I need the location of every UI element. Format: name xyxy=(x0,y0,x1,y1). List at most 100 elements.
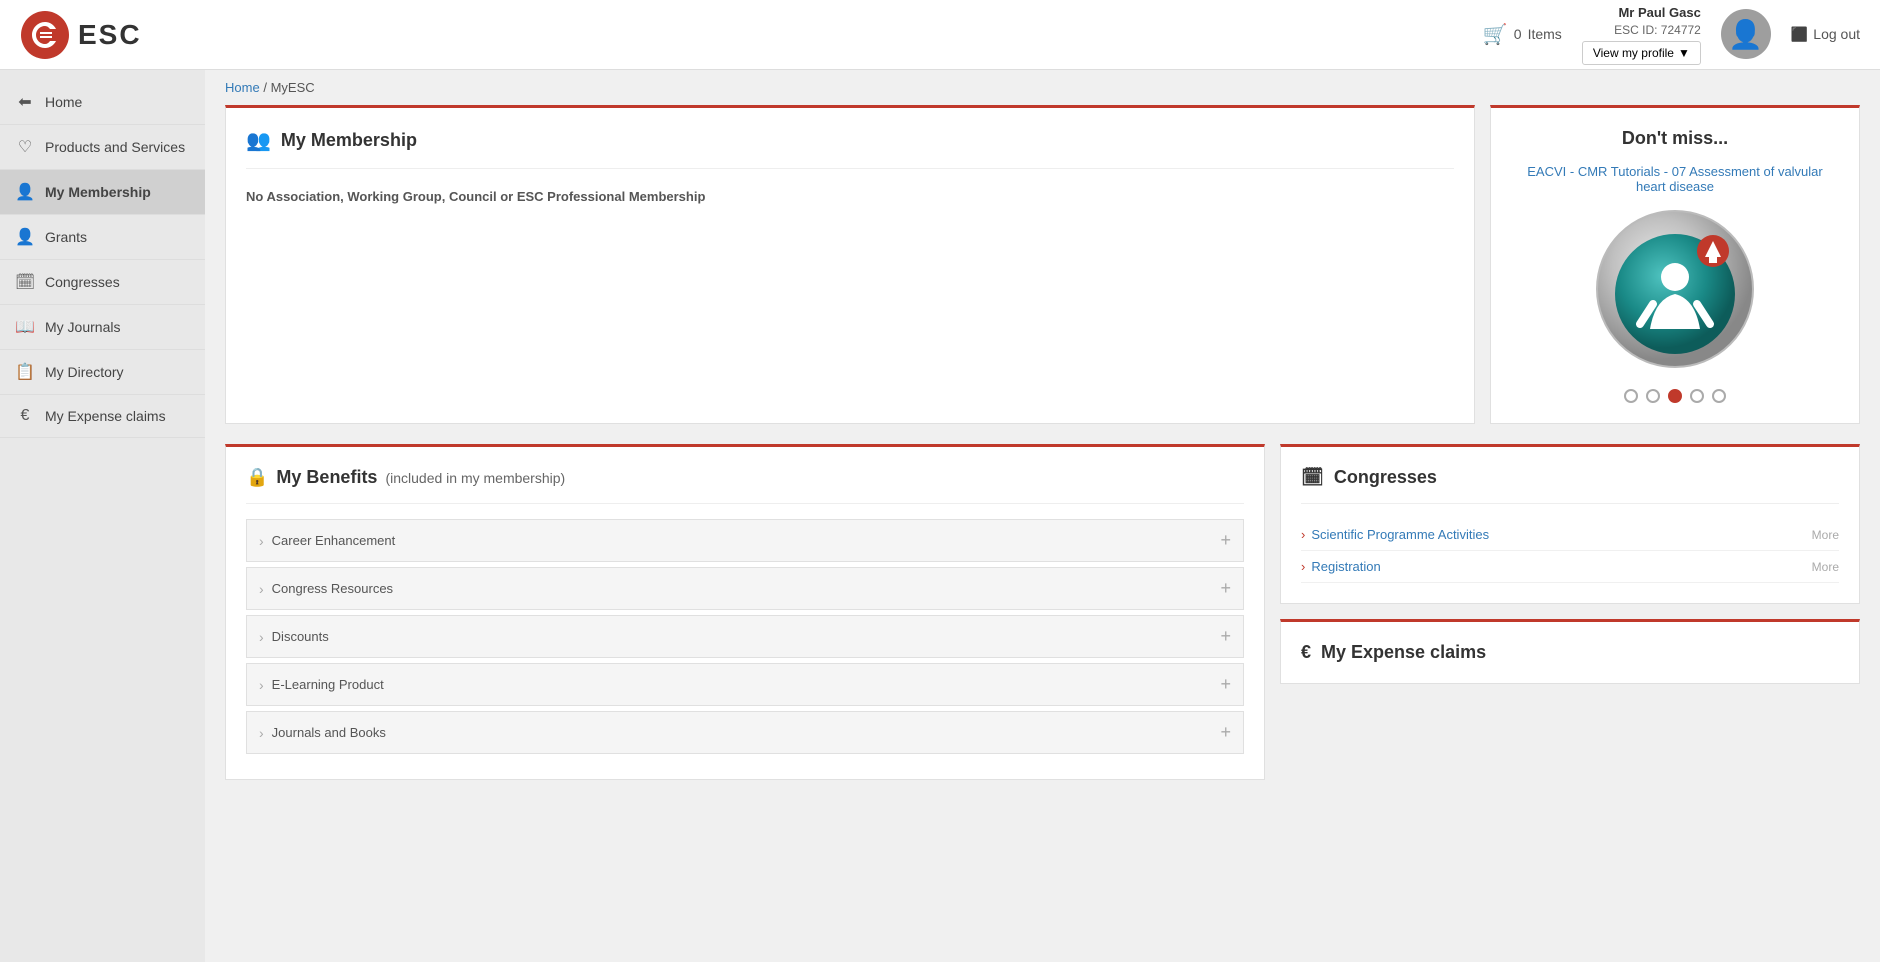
congress-row-scientific: › Scientific Programme Activities More xyxy=(1301,519,1839,551)
benefit-row-discounts[interactable]: › Discounts + xyxy=(246,615,1244,658)
breadcrumb-home[interactable]: Home xyxy=(225,80,260,95)
breadcrumb: Home / MyESC xyxy=(205,70,1880,105)
benefit-row-elearning[interactable]: › E-Learning Product + xyxy=(246,663,1244,706)
chevron-right-icon: › xyxy=(259,533,264,549)
membership-card: 👥 My Membership No Association, Working … xyxy=(225,105,1475,424)
avatar-icon: 👤 xyxy=(1728,18,1763,51)
benefit-elearning-label: E-Learning Product xyxy=(272,677,384,692)
chevron-down-icon: ▼ xyxy=(1678,46,1690,60)
sidebar-item-membership-label: My Membership xyxy=(45,184,151,200)
cart-icon: 🛒 xyxy=(1483,22,1508,47)
cart-area[interactable]: 🛒 0 Items xyxy=(1483,22,1562,47)
congress-registration-more: More xyxy=(1812,560,1839,574)
congresses-card: 🗓 Congresses › Scientific Programme Acti… xyxy=(1280,444,1860,604)
top-section: 👥 My Membership No Association, Working … xyxy=(205,105,1880,444)
benefit-journals-plus: + xyxy=(1220,722,1231,743)
chevron-right-icon-4: › xyxy=(259,677,264,693)
benefit-discounts-label: Discounts xyxy=(272,629,329,644)
benefit-congress-label: Congress Resources xyxy=(272,581,393,596)
benefit-career-label: Career Enhancement xyxy=(272,533,396,548)
esc-logo-icon xyxy=(20,10,70,60)
membership-card-title: 👥 My Membership xyxy=(246,128,1454,169)
sidebar-item-expense-label: My Expense claims xyxy=(45,408,166,424)
main-content: Home / MyESC 👥 My Membership No Associat… xyxy=(205,70,1880,962)
benefit-congress-plus: + xyxy=(1220,578,1231,599)
carousel-dot-4[interactable] xyxy=(1690,389,1704,403)
view-profile-label: View my profile xyxy=(1593,46,1674,60)
sidebar-item-grants-label: Grants xyxy=(45,229,87,245)
user-name: Mr Paul Gasc xyxy=(1582,4,1701,22)
congresses-title-text: Congresses xyxy=(1334,467,1437,488)
cart-count: 0 xyxy=(1514,26,1522,42)
carousel-dot-5[interactable] xyxy=(1712,389,1726,403)
congress-row-registration: › Registration More xyxy=(1301,551,1839,583)
expense-icon: € xyxy=(15,407,35,425)
sidebar-item-congresses-label: Congresses xyxy=(45,274,120,290)
chevron-right-icon-3: › xyxy=(259,629,264,645)
home-icon: ⬅ xyxy=(15,92,35,112)
congress-chevron-icon-2: › xyxy=(1301,559,1305,574)
congresses-card-title: 🗓 Congresses xyxy=(1301,467,1839,504)
congress-registration-label: Registration xyxy=(1311,559,1380,574)
membership-title-icon: 👥 xyxy=(246,128,271,153)
benefits-title: 🔒 My Benefits (included in my membership… xyxy=(246,467,1244,504)
benefit-career-plus: + xyxy=(1220,530,1231,551)
congress-registration-link[interactable]: › Registration xyxy=(1301,559,1381,574)
expense-title-text: My Expense claims xyxy=(1321,642,1486,663)
directory-icon: 📋 xyxy=(15,362,35,382)
sidebar-item-products[interactable]: ♡ Products and Services xyxy=(0,125,205,170)
membership-message: No Association, Working Group, Council o… xyxy=(246,189,1454,204)
carousel-dot-2[interactable] xyxy=(1646,389,1660,403)
benefit-discounts-plus: + xyxy=(1220,626,1231,647)
congress-scientific-link[interactable]: › Scientific Programme Activities xyxy=(1301,527,1489,542)
sidebar-item-home[interactable]: ⬅ Home xyxy=(0,80,205,125)
sidebar-item-home-label: Home xyxy=(45,94,82,110)
benefit-row-congress[interactable]: › Congress Resources + xyxy=(246,567,1244,610)
avatar: 👤 xyxy=(1721,9,1771,59)
benefits-lock-icon: 🔒 xyxy=(246,467,268,488)
benefits-title-text: My Benefits xyxy=(276,467,377,488)
sidebar: ⬅ Home ♡ Products and Services 👤 My Memb… xyxy=(0,70,205,962)
header: ESC 🛒 0 Items Mr Paul Gasc ESC ID: 72477… xyxy=(0,0,1880,70)
breadcrumb-current: MyESC xyxy=(271,80,315,95)
membership-icon: 👤 xyxy=(15,182,35,202)
dont-miss-link[interactable]: EACVI - CMR Tutorials - 07 Assessment of… xyxy=(1511,164,1839,194)
benefits-subtitle: (included in my membership) xyxy=(385,470,565,486)
congress-scientific-label: Scientific Programme Activities xyxy=(1311,527,1489,542)
sidebar-item-membership[interactable]: 👤 My Membership xyxy=(0,170,205,215)
cart-label: Items xyxy=(1528,26,1562,42)
benefit-row-career[interactable]: › Career Enhancement + xyxy=(246,519,1244,562)
sidebar-item-directory-label: My Directory xyxy=(45,364,124,380)
expense-title: € My Expense claims xyxy=(1301,642,1839,663)
logout-label: Log out xyxy=(1813,26,1860,42)
sidebar-item-journals[interactable]: 📖 My Journals xyxy=(0,305,205,350)
header-right: 🛒 0 Items Mr Paul Gasc ESC ID: 724772 Vi… xyxy=(1483,4,1860,66)
benefit-elearning-plus: + xyxy=(1220,674,1231,695)
sidebar-item-journals-label: My Journals xyxy=(45,319,120,335)
carousel-dot-3[interactable] xyxy=(1668,389,1682,403)
right-cards: 🗓 Congresses › Scientific Programme Acti… xyxy=(1280,444,1860,780)
carousel-dots xyxy=(1511,389,1839,403)
congress-scientific-more: More xyxy=(1812,528,1839,542)
sidebar-item-congresses[interactable]: 🗓 Congresses xyxy=(0,260,205,305)
logo-area: ESC xyxy=(20,10,142,60)
carousel-dot-1[interactable] xyxy=(1624,389,1638,403)
carousel-svg xyxy=(1595,209,1755,369)
products-icon: ♡ xyxy=(15,137,35,157)
breadcrumb-separator: / xyxy=(263,80,267,95)
user-id: ESC ID: 724772 xyxy=(1582,22,1701,39)
congresses-icon: 🗓 xyxy=(15,272,35,292)
sidebar-item-grants[interactable]: 👤 Grants xyxy=(0,215,205,260)
journals-icon: 📖 xyxy=(15,317,35,337)
benefit-row-journals[interactable]: › Journals and Books + xyxy=(246,711,1244,754)
grants-icon: 👤 xyxy=(15,227,35,247)
benefit-journals-label: Journals and Books xyxy=(272,725,386,740)
sidebar-item-expense[interactable]: € My Expense claims xyxy=(0,395,205,438)
congresses-calendar-icon: 🗓 xyxy=(1301,467,1324,488)
logout-button[interactable]: ⬛ Log out xyxy=(1791,26,1860,43)
expense-card: € My Expense claims xyxy=(1280,619,1860,684)
page-layout: ⬅ Home ♡ Products and Services 👤 My Memb… xyxy=(0,70,1880,962)
sidebar-item-directory[interactable]: 📋 My Directory xyxy=(0,350,205,395)
view-profile-button[interactable]: View my profile ▼ xyxy=(1582,41,1701,65)
benefits-card: 🔒 My Benefits (included in my membership… xyxy=(225,444,1265,780)
